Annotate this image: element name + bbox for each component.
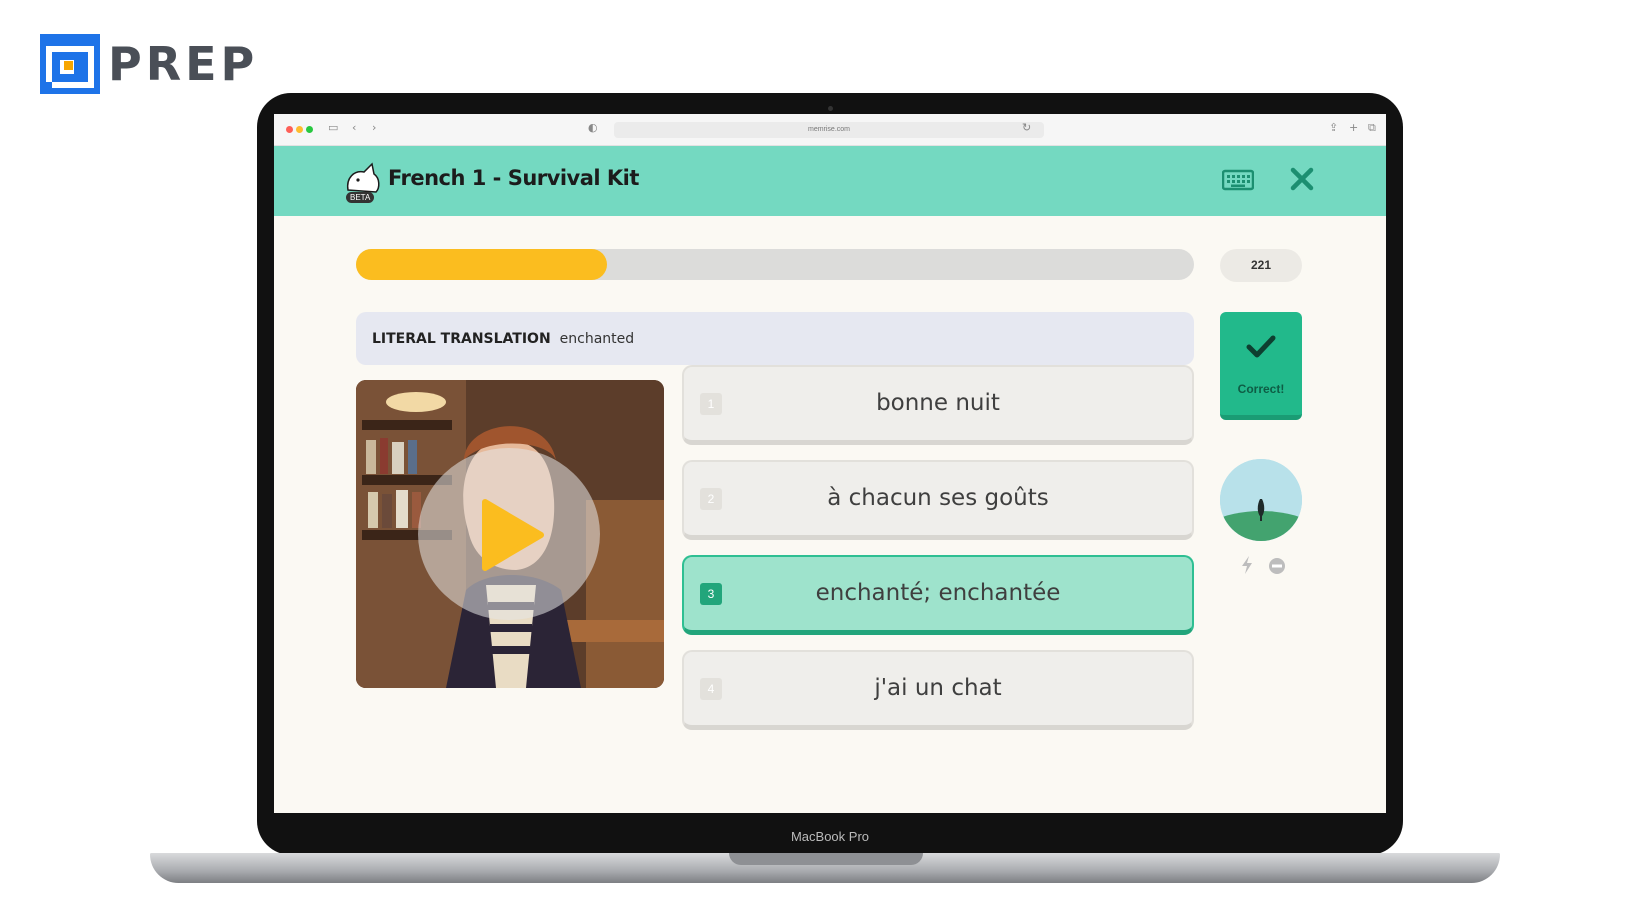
prep-wordmark: PREP	[108, 37, 259, 91]
minimize-window-dot[interactable]	[296, 126, 303, 133]
literal-translation-box: LITERAL TRANSLATION enchanted	[356, 312, 1194, 365]
camera-dot	[828, 106, 833, 111]
browser-toolbar: ▭ ‹ › ◐ memrise.com ↻ ⇪ + ⧉	[274, 114, 1386, 146]
option-text: enchanté; enchantée	[815, 580, 1061, 606]
correct-button[interactable]: Correct!	[1220, 312, 1302, 420]
close-window-dot[interactable]	[286, 126, 293, 133]
video-player[interactable]	[356, 380, 664, 688]
laptop-screen: ▭ ‹ › ◐ memrise.com ↻ ⇪ + ⧉ BETA French …	[274, 114, 1386, 813]
prep-logo: PREP	[40, 34, 258, 94]
reload-icon[interactable]: ↻	[1022, 121, 1031, 134]
laptop-notch	[729, 853, 923, 865]
check-icon	[1246, 335, 1276, 358]
option-text: j'ai un chat	[874, 675, 1002, 701]
answer-option-4[interactable]: 4 j'ai un chat	[682, 650, 1194, 730]
progress-fill	[356, 249, 608, 280]
page: PREP MacBook Pro ▭ ‹ › ◐ memrise.com ↻ ⇪…	[0, 0, 1640, 924]
forward-icon[interactable]: ›	[372, 121, 376, 134]
shield-icon: ◐	[588, 121, 598, 134]
literal-translation-value: enchanted	[559, 330, 635, 347]
beta-badge: BETA	[346, 192, 375, 203]
avatar	[1220, 459, 1302, 541]
prep-logo-icon	[40, 34, 100, 94]
keyboard-icon[interactable]	[1222, 168, 1254, 192]
sidebar-icon[interactable]: ▭	[328, 121, 338, 134]
app-header: BETA French 1 - Survival Kit	[274, 146, 1386, 216]
correct-label: Correct!	[1237, 382, 1285, 396]
option-text: bonne nuit	[876, 390, 1000, 416]
tabs-icon[interactable]: ⧉	[1368, 121, 1376, 135]
answer-option-1[interactable]: 1 bonne nuit	[682, 365, 1194, 445]
close-icon[interactable]	[1287, 164, 1317, 194]
course-title: French 1 - Survival Kit	[388, 166, 639, 190]
address-bar[interactable]: memrise.com	[614, 122, 1044, 138]
points-counter: 221	[1220, 249, 1302, 282]
avatar-landscape	[1220, 459, 1302, 541]
block-icon[interactable]	[1268, 557, 1286, 575]
answer-option-3[interactable]: 3 enchanté; enchantée	[682, 555, 1194, 635]
option-text: à chacun ses goûts	[827, 485, 1049, 511]
answer-option-2[interactable]: 2 à chacun ses goûts	[682, 460, 1194, 540]
literal-translation-label: LITERAL TRANSLATION	[372, 330, 551, 347]
device-label: MacBook Pro	[790, 829, 870, 844]
bolt-icon[interactable]	[1240, 555, 1254, 575]
share-icon[interactable]: ⇪	[1329, 121, 1338, 134]
progress-bar	[356, 249, 1194, 280]
play-icon[interactable]	[481, 498, 545, 572]
maximize-window-dot[interactable]	[306, 126, 313, 133]
new-tab-icon[interactable]: +	[1349, 121, 1358, 134]
back-icon[interactable]: ‹	[352, 121, 356, 134]
